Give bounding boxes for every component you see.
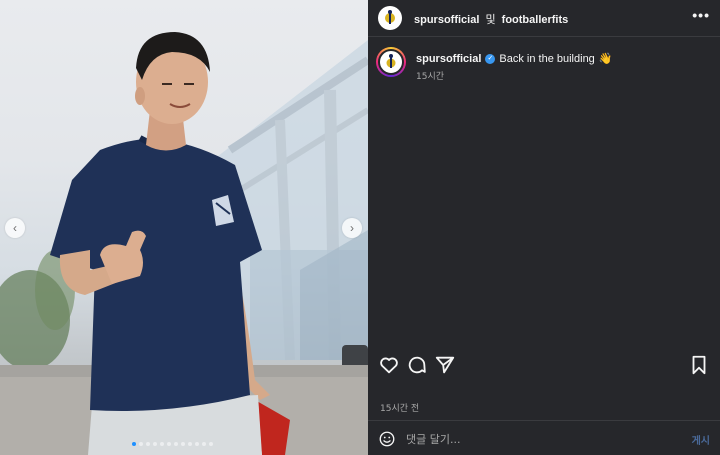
carousel-dot xyxy=(132,442,136,446)
author-link-1[interactable]: spursofficial xyxy=(414,14,479,26)
author-link-2[interactable]: footballerfits xyxy=(502,14,569,26)
carousel-dot xyxy=(202,442,206,446)
caption-avatar[interactable] xyxy=(376,47,406,77)
caption-username[interactable]: spursofficial xyxy=(416,53,481,65)
chevron-right-icon: › xyxy=(350,221,354,235)
smiley-icon[interactable] xyxy=(378,430,396,448)
header-divider xyxy=(368,36,720,37)
post-authors: spursofficial 및 footballerfits xyxy=(414,11,568,27)
carousel-dots xyxy=(132,442,213,446)
carousel-dot xyxy=(139,442,143,446)
carousel-dot xyxy=(209,442,213,446)
post-timestamp: 15시간 전 xyxy=(380,404,420,414)
comment-bar: 게시 xyxy=(368,421,720,455)
cockerel-logo-icon xyxy=(385,10,395,24)
prev-photo-button[interactable]: ‹ xyxy=(5,218,25,238)
spurs-avatar[interactable] xyxy=(378,6,402,30)
carousel-dot xyxy=(153,442,157,446)
bookmark-icon[interactable] xyxy=(688,354,710,376)
post-header: spursofficial 및 footballerfits ••• xyxy=(368,0,720,36)
wave-emoji: 👋 xyxy=(598,53,613,65)
carousel-dot xyxy=(167,442,171,446)
carousel-dot xyxy=(174,442,178,446)
carousel-dot xyxy=(146,442,150,446)
carousel-dot xyxy=(195,442,199,446)
carousel-dot xyxy=(181,442,185,446)
comment-input[interactable] xyxy=(406,429,656,449)
carousel-dot xyxy=(188,442,192,446)
caption-time: 15시간 xyxy=(416,72,445,82)
post-side-panel: spursofficial 및 footballerfits ••• spurs… xyxy=(368,0,720,455)
photo-scene xyxy=(0,32,368,455)
post-photo[interactable]: ‹ › xyxy=(0,0,368,455)
comment-icon[interactable] xyxy=(406,354,428,376)
post-actions xyxy=(368,354,720,378)
next-photo-button[interactable]: › xyxy=(342,218,362,238)
send-icon[interactable] xyxy=(434,354,456,376)
heart-icon[interactable] xyxy=(378,354,400,376)
caption-text: Back in the building xyxy=(499,52,595,65)
verified-badge-icon: ✓ xyxy=(485,53,496,64)
chevron-left-icon: ‹ xyxy=(13,221,17,235)
carousel-dot xyxy=(160,442,164,446)
post-comment-button[interactable]: 게시 xyxy=(692,432,710,447)
authors-joiner: 및 xyxy=(485,13,496,26)
cockerel-logo-icon xyxy=(386,54,396,68)
more-options-icon[interactable]: ••• xyxy=(692,7,710,23)
